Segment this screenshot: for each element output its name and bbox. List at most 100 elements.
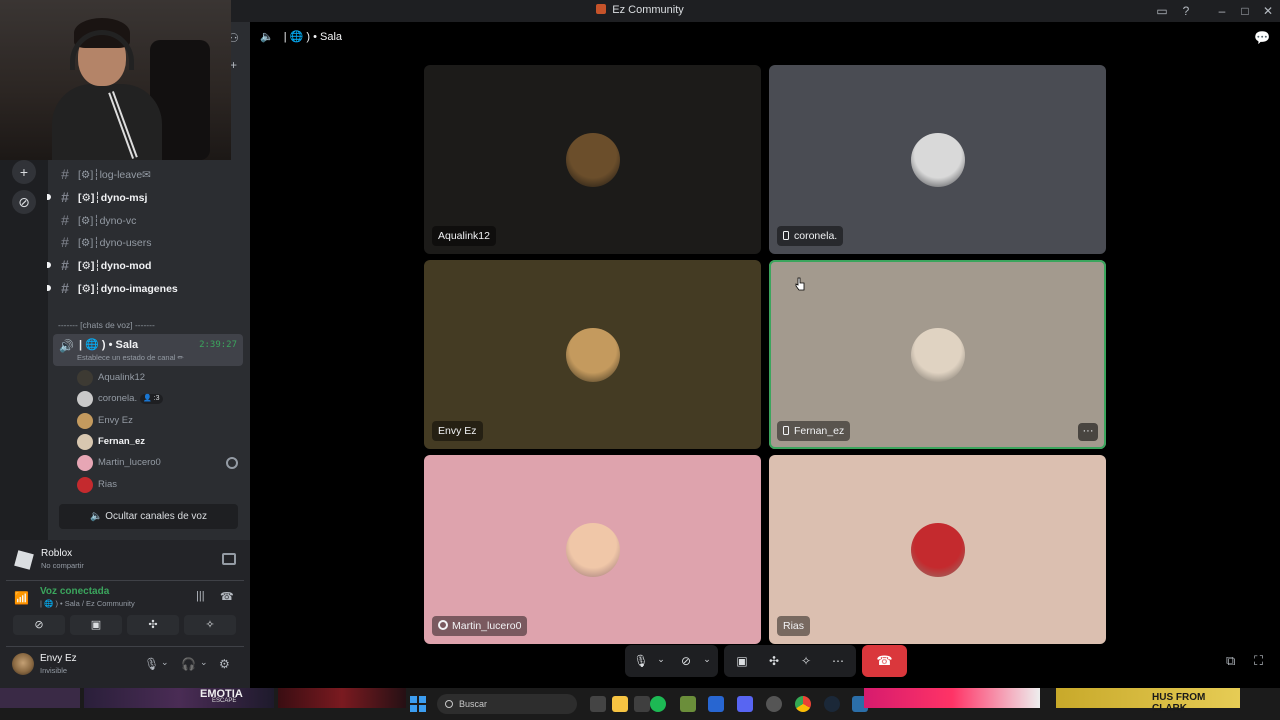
add-channel-icon[interactable]: + bbox=[230, 58, 237, 72]
username[interactable]: Envy Ez bbox=[40, 653, 77, 664]
participant-tile[interactable]: Fernan_ez ··· bbox=[769, 260, 1106, 449]
voice-member[interactable]: Fernan_ez bbox=[76, 432, 244, 452]
windows-start-icon[interactable] bbox=[410, 696, 426, 712]
soundboard-icon[interactable]: ✧ bbox=[798, 654, 814, 668]
participant-name: Fernan_ez bbox=[794, 425, 845, 437]
avatar bbox=[911, 133, 965, 187]
signal-icon: 📶 bbox=[14, 591, 29, 605]
spotify-icon[interactable] bbox=[650, 696, 666, 712]
channel-item[interactable]: # [⚙]┆dyno-users bbox=[56, 231, 244, 253]
more-icon[interactable]: ⋯ bbox=[830, 654, 846, 668]
voice-member[interactable]: coronela. 👤 :3 bbox=[76, 389, 244, 409]
avatar bbox=[911, 523, 965, 577]
voice-category-label: ------- [chats de voz] ------- bbox=[58, 320, 155, 330]
minimize-button[interactable]: – bbox=[1215, 4, 1229, 18]
screen-share-button[interactable]: ▣ bbox=[70, 615, 122, 635]
avatar[interactable] bbox=[12, 653, 34, 675]
participant-tile[interactable]: Aqualink12 bbox=[424, 65, 761, 254]
avatar bbox=[77, 370, 93, 386]
user-status: Invisible bbox=[40, 666, 68, 675]
channel-item[interactable]: # [⚙]┆dyno-imagenes bbox=[47, 277, 244, 299]
participant-tile[interactable]: Martin_lucero0 bbox=[424, 455, 761, 644]
help-icon[interactable]: ? bbox=[1179, 4, 1193, 18]
voice-member[interactable]: Envy Ez bbox=[76, 411, 244, 431]
member-badge: 👤 :3 bbox=[140, 394, 163, 405]
voice-member-name: Envy Ez bbox=[98, 414, 133, 426]
fullscreen-icon[interactable]: ⛶ bbox=[1254, 653, 1263, 669]
chevron-down-icon[interactable]: ⌄ bbox=[653, 654, 669, 665]
voice-member[interactable]: Rias bbox=[76, 475, 244, 495]
chrome-icon[interactable] bbox=[795, 696, 811, 712]
more-options-icon[interactable]: ··· bbox=[1078, 423, 1098, 441]
channel-item[interactable]: # [⚙]┆dyno-msj bbox=[47, 186, 244, 208]
participant-tile[interactable]: Envy Ez bbox=[424, 260, 761, 449]
hide-voice-channels-button[interactable]: 🔈 Ocultar canales de voz bbox=[59, 504, 238, 529]
channel-item[interactable]: # [⚙]┆dyno-vc bbox=[56, 209, 244, 231]
popout-icon[interactable]: ⧉ bbox=[1226, 653, 1235, 669]
discord-icon[interactable] bbox=[737, 696, 753, 712]
voice-channel-sala[interactable]: 🔊 | 🌐 ) • Sala 2:39:27 Establece un esta… bbox=[53, 334, 243, 366]
discover-icon[interactable]: ⊘ bbox=[12, 190, 36, 214]
disconnect-icon[interactable]: ☎ bbox=[220, 590, 234, 603]
voice-connected-label[interactable]: Voz conectada bbox=[40, 586, 109, 597]
chat-icon[interactable]: 💬 bbox=[1254, 30, 1270, 46]
disconnect-button[interactable]: ☎ bbox=[862, 645, 907, 677]
taskbar-search[interactable]: Buscar bbox=[437, 694, 577, 714]
participant-tile[interactable]: coronela. bbox=[769, 65, 1106, 254]
app-icon[interactable] bbox=[634, 696, 650, 712]
channel-item[interactable]: # [⚙]┆dyno-mod bbox=[47, 254, 244, 276]
channel-label: [⚙]┆dyno-users bbox=[78, 237, 152, 249]
chevron-down-icon[interactable]: ⌄ bbox=[200, 657, 208, 668]
channel-item[interactable]: # [⚙]┆log-leave✉ bbox=[56, 163, 244, 185]
activities-button[interactable]: ✣ bbox=[127, 615, 179, 635]
camera-off-icon[interactable]: ⊘ bbox=[678, 654, 694, 668]
activity-controls: ▣ ✣ ✧ ⋯ bbox=[724, 645, 856, 677]
close-button[interactable]: ✕ bbox=[1261, 4, 1275, 18]
chevron-down-icon[interactable]: ⌄ bbox=[699, 654, 715, 665]
add-server-icon[interactable]: + bbox=[12, 160, 36, 184]
participant-name: Aqualink12 bbox=[438, 230, 490, 242]
avatar bbox=[77, 433, 93, 450]
obs-icon[interactable] bbox=[766, 696, 782, 712]
mic-icon[interactable]: 🎙 bbox=[144, 657, 159, 671]
hash-icon: # bbox=[61, 212, 69, 228]
activity-card: Roblox No compartir bbox=[6, 544, 244, 577]
activities-icon[interactable]: ✣ bbox=[766, 654, 782, 668]
channel-label: [⚙]┆dyno-mod bbox=[78, 260, 152, 272]
headphones-icon[interactable]: 🎧 bbox=[181, 657, 196, 671]
xbox-icon bbox=[226, 457, 238, 470]
hash-icon: # bbox=[61, 257, 69, 273]
voice-member[interactable]: Martin_lucero0 bbox=[76, 453, 244, 473]
taskbar-thumb bbox=[278, 688, 406, 708]
participant-tile[interactable]: Rias bbox=[769, 455, 1106, 644]
roblox-taskbar-icon[interactable] bbox=[708, 696, 724, 712]
mic-icon[interactable]: 🎙 bbox=[633, 654, 649, 668]
hand-cursor-icon bbox=[795, 277, 805, 291]
hash-icon: # bbox=[61, 166, 69, 182]
channel-status-input[interactable]: Establece un estado de canal ✏ bbox=[77, 353, 184, 362]
file-explorer-icon[interactable] bbox=[590, 696, 606, 712]
noise-suppression-icon[interactable]: ||| bbox=[196, 590, 205, 602]
voice-member-name: Martin_lucero0 bbox=[98, 457, 161, 469]
inbox-icon[interactable]: ▭ bbox=[1155, 4, 1169, 18]
speaker-icon: 🔈 bbox=[260, 31, 274, 43]
channel-label: [⚙]┆log-leave✉ bbox=[78, 169, 151, 181]
camera-off-button[interactable]: ⊘ bbox=[13, 615, 65, 635]
screen-share-icon[interactable]: ▣ bbox=[734, 654, 750, 668]
maximize-button[interactable]: □ bbox=[1238, 4, 1252, 18]
voice-connected-channel[interactable]: | 🌐 ) • Sala / Ez Community bbox=[40, 599, 135, 608]
avatar bbox=[77, 476, 93, 493]
avatar bbox=[566, 328, 620, 382]
participant-name: coronela. bbox=[794, 230, 838, 242]
avatar bbox=[77, 391, 93, 408]
voice-member[interactable]: Aqualink12 bbox=[76, 368, 244, 388]
chevron-down-icon[interactable]: ⌄ bbox=[161, 657, 169, 668]
share-screen-icon[interactable] bbox=[222, 553, 236, 565]
soundboard-button[interactable]: ✧ bbox=[184, 615, 236, 635]
gear-icon[interactable]: ⚙ bbox=[219, 657, 230, 671]
folder-icon[interactable] bbox=[612, 696, 628, 712]
steam-icon[interactable] bbox=[824, 696, 840, 712]
voice-channel-name: | 🌐 ) • Sala bbox=[79, 339, 139, 351]
minecraft-icon[interactable] bbox=[680, 696, 696, 712]
voice-stage bbox=[250, 22, 1280, 688]
